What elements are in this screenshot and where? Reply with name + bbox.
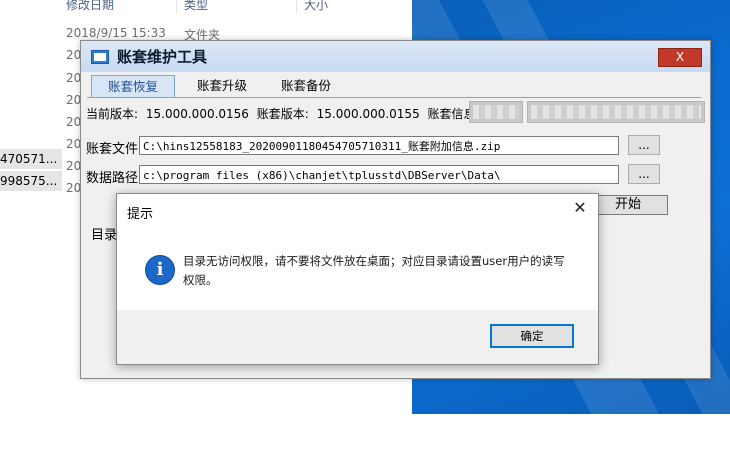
window-title: 账套维护工具 [117,48,208,66]
current-version-value: 15.000.000.0156 [145,107,249,121]
account-info-field-redacted[interactable] [469,101,523,123]
info-icon: i [145,255,175,285]
column-header-date[interactable]: 修改日期 [66,0,114,13]
account-file-input[interactable]: C:\hins12558183_20200901180454705710311_… [139,136,619,155]
account-file-label: 账套文件 [86,142,139,157]
data-path-input[interactable]: c:\program files (x86)\chanjet\tplusstd\… [139,165,619,184]
file-row-selected[interactable]: 470571... [0,149,62,169]
account-version-label: 账套版本: [256,107,309,121]
version-info: 当前版本: 15.000.000.0156 账套版本: 15.000.000.0… [86,105,484,122]
window-close-button[interactable]: X [658,48,702,67]
file-row-date[interactable]: 20 [66,159,81,173]
tab-account-upgrade[interactable]: 账套升级 [181,75,263,97]
start-button[interactable]: 开始 [588,195,668,215]
file-row-selected[interactable]: 998575... [0,171,62,191]
file-row-date[interactable]: 20 [66,93,81,107]
dialog-message: 目录无访问权限，请不要将文件放在桌面；对应目录请设置user用户的读写权限。 [183,254,565,287]
current-version-label: 当前版本: [86,107,139,121]
ok-button[interactable]: 确定 [490,324,574,348]
account-info-field-redacted[interactable] [527,101,705,123]
file-row-date[interactable]: 20 [66,137,81,151]
column-divider[interactable] [296,0,297,14]
file-row-name: 470571... [0,152,58,166]
explorer-column-headers: 修改日期 类型 大小 [0,0,412,14]
file-row-name: 998575... [0,174,58,188]
file-row-date[interactable]: 20 [66,181,81,195]
file-row-date[interactable]: 2018/9/15 15:33 [66,26,166,40]
file-row-date[interactable]: 20 [66,48,81,62]
column-divider[interactable] [176,0,177,14]
tab-panel-border [87,97,701,98]
dialog-close-icon[interactable]: ✕ [572,200,588,216]
column-header-type[interactable]: 类型 [184,0,208,13]
dialog-footer: 确定 [117,310,598,364]
file-row-date[interactable]: 20 [66,115,81,129]
directory-label: 目录 [91,228,118,243]
dialog-title: 提示 [127,207,154,222]
column-header-size[interactable]: 大小 [304,0,328,13]
browse-file-button[interactable]: ... [628,135,660,155]
data-path-label: 数据路径 [86,171,139,186]
file-row-date[interactable]: 20 [66,71,81,85]
window-title-bar[interactable]: 账套维护工具 X [81,41,710,72]
tab-account-backup[interactable]: 账套备份 [265,75,347,97]
account-version-value: 15.000.000.0155 [316,107,420,121]
prompt-dialog: 提示 ✕ i 目录无访问权限，请不要将文件放在桌面；对应目录请设置user用户的… [116,193,599,365]
app-window-icon [91,50,109,64]
browse-path-button[interactable]: ... [628,164,660,184]
tab-account-restore[interactable]: 账套恢复 [91,75,175,98]
